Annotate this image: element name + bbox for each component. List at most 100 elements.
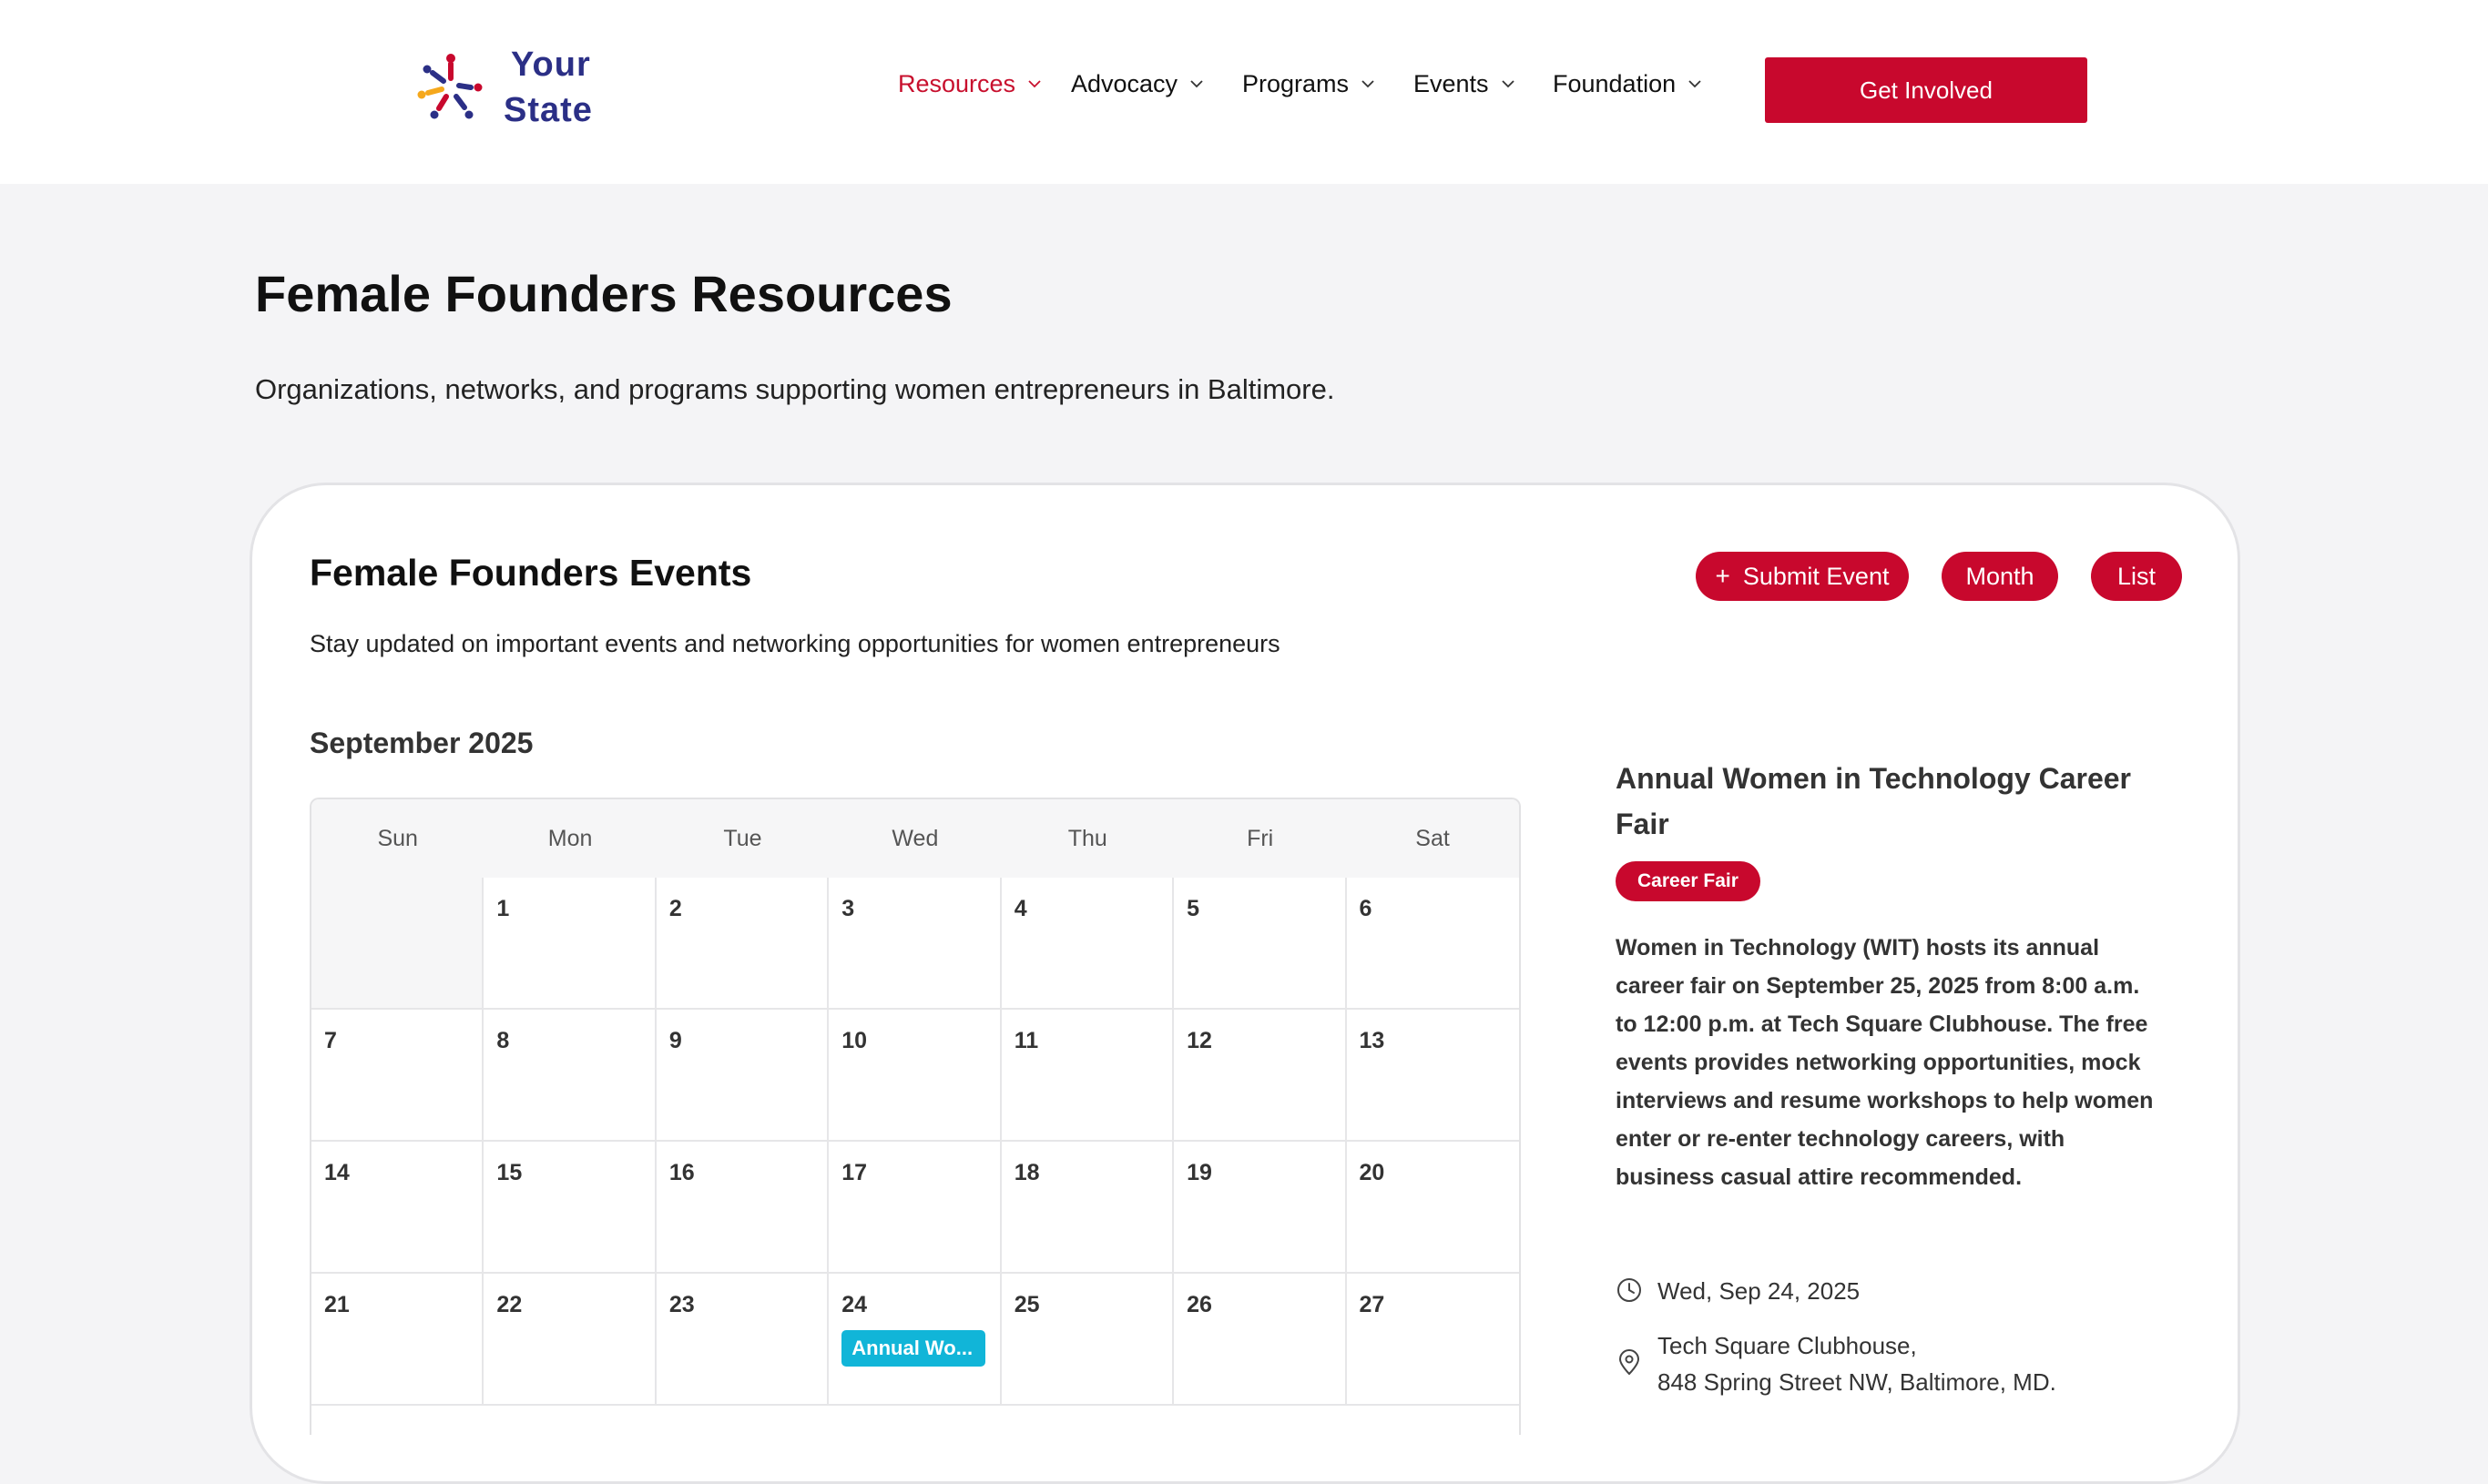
calendar-day-number: 9	[668, 1028, 682, 1053]
calendar-day[interactable]: 17	[829, 1142, 1002, 1274]
calendar-day[interactable]: 4	[1001, 878, 1175, 1010]
calendar-day-number: 1	[496, 896, 510, 921]
calendar-day[interactable]: 12	[1174, 1010, 1347, 1142]
nav-label: Foundation	[1553, 69, 1677, 97]
calendar-day-empty	[311, 878, 484, 1010]
calendar-day-number: 22	[496, 1292, 523, 1317]
calendar-day-number: 14	[324, 1160, 350, 1185]
calendar-day[interactable]: 3	[829, 878, 1002, 1010]
nav-item-resources[interactable]: Resources	[898, 64, 1043, 104]
get-involved-button[interactable]: Get Involved	[1765, 57, 2087, 123]
page-title: Female Founders Resources	[255, 265, 953, 322]
calendar-day[interactable]: 1	[484, 878, 657, 1010]
calendar-day[interactable]: 20	[1346, 1142, 1519, 1274]
calendar-day-number: 3	[841, 896, 855, 921]
calendar-day[interactable]: 14	[311, 1142, 484, 1274]
calendar-day-number: 20	[1359, 1160, 1385, 1185]
brand-name: Your State	[504, 42, 593, 133]
calendar-day[interactable]: 16	[656, 1142, 830, 1274]
nav-item-foundation[interactable]: Foundation	[1553, 64, 1703, 104]
month-view-button[interactable]: Month	[1942, 552, 2058, 601]
weekday-mon: Mon	[547, 825, 593, 851]
calendar-day-number: 15	[496, 1160, 523, 1185]
weekday-sat: Sat	[1415, 825, 1450, 851]
calendar-day[interactable]: 23	[656, 1274, 830, 1406]
list-view-button[interactable]: List	[2091, 552, 2182, 601]
calendar-day-number: 11	[1014, 1028, 1039, 1053]
calendar-day[interactable]: 7	[311, 1010, 484, 1142]
calendar-day[interactable]: 22	[484, 1274, 657, 1406]
event-detail: Annual Women in Technology Career Fair C…	[1616, 756, 2162, 1196]
event-title: Annual Women in Technology Career Fair	[1616, 762, 2131, 840]
weekday-thu: Thu	[1067, 825, 1107, 851]
events-subtitle: Stay updated on important events and net…	[310, 630, 1280, 657]
nav-item-advocacy[interactable]: Advocacy	[1071, 64, 1205, 104]
calendar-day[interactable]: 26	[1174, 1274, 1347, 1406]
chevron-down-icon	[1190, 80, 1203, 88]
calendar-day[interactable]: 18	[1001, 1142, 1175, 1274]
clock-icon	[1617, 1278, 1641, 1302]
calendar-day-number: 12	[1187, 1028, 1212, 1053]
calendar-day-number: 8	[496, 1028, 510, 1053]
calendar-day[interactable]: 13	[1346, 1010, 1519, 1142]
chevron-down-icon	[1688, 80, 1701, 88]
calendar-grid: Sun Mon Tue Wed Thu Fri Sat 1 2 3 4 5 6 7 8 9 10 1…	[310, 798, 1521, 1435]
calendar-day[interactable]: 19	[1174, 1142, 1347, 1274]
calendar-day[interactable]: 24 Annual Wo...	[829, 1274, 1002, 1406]
nav-item-events[interactable]: Events	[1413, 64, 1516, 104]
calendar-day-number: 18	[1014, 1160, 1040, 1185]
calendar-day-number: 21	[324, 1292, 350, 1317]
brand-line2: State	[504, 91, 593, 129]
calendar-day-number: 5	[1187, 896, 1200, 921]
chevron-down-icon	[1361, 80, 1374, 88]
calendar-day-number: 6	[1359, 896, 1372, 921]
map-pin-icon	[1618, 1349, 1640, 1376]
calendar-day-number: 4	[1014, 896, 1027, 921]
calendar-day-number: 7	[324, 1028, 337, 1053]
calendar-day-number: 13	[1359, 1028, 1385, 1053]
calendar-day-number: 26	[1187, 1292, 1212, 1317]
calendar-day-number: 27	[1359, 1292, 1385, 1317]
calendar-day[interactable]: 9	[656, 1010, 830, 1142]
weekday-fri: Fri	[1247, 825, 1274, 851]
calendar-day-number: 25	[1014, 1292, 1040, 1317]
calendar-day-number: 16	[668, 1160, 695, 1185]
event-description: Women in Technology (WIT) hosts its annu…	[1616, 935, 2154, 1190]
events-title: Female Founders Events	[310, 552, 752, 594]
calendar-day[interactable]: 10	[829, 1010, 1002, 1142]
submit-event-label: Submit Event	[1742, 562, 1890, 590]
calendar-event-chip[interactable]: Annual Wo...	[841, 1330, 986, 1367]
site-header: Your State Resources Advocacy Programs E…	[0, 0, 2488, 184]
calendar-month-label: September 2025	[310, 727, 534, 759]
weekday-sun: Sun	[377, 825, 418, 851]
brand-logo[interactable]: Your State	[414, 42, 651, 133]
calendar-day[interactable]: 5	[1174, 878, 1347, 1010]
event-date: Wed, Sep 24, 2025	[1657, 1277, 1861, 1305]
calendar-day[interactable]: 11	[1001, 1010, 1175, 1142]
nav-label: Resources	[898, 69, 1016, 97]
calendar-day[interactable]: 27	[1346, 1274, 1519, 1406]
event-location-line1: Tech Square Clubhouse,	[1657, 1332, 1917, 1359]
calendar-day-number: 24	[841, 1292, 868, 1317]
calendar-days: 1 2 3 4 5 6 7 8 9 10 11 12 13 14 15 16 17 18 19 20 21 22 23 24 A…	[311, 878, 1519, 1406]
nav-item-programs[interactable]: Programs	[1242, 64, 1376, 104]
chevron-down-icon	[1028, 80, 1041, 88]
nav-label: Advocacy	[1071, 69, 1178, 97]
submit-event-button[interactable]: + Submit Event	[1696, 552, 1909, 601]
calendar-day-number: 2	[668, 896, 682, 921]
starburst-logo-icon	[417, 54, 483, 119]
event-date-row: Wed, Sep 24, 2025	[1616, 1273, 1860, 1309]
calendar-day[interactable]: 15	[484, 1142, 657, 1274]
calendar-day[interactable]: 6	[1346, 878, 1519, 1010]
calendar-day[interactable]: 25	[1001, 1274, 1175, 1406]
calendar-day[interactable]: 8	[484, 1010, 657, 1142]
weekday-wed: Wed	[892, 825, 939, 851]
calendar-day[interactable]: 21	[311, 1274, 484, 1406]
calendar-day-number: 19	[1187, 1160, 1212, 1185]
calendar-day[interactable]: 2	[656, 878, 830, 1010]
event-location-line2: 848 Spring Street NW, Baltimore, MD.	[1657, 1368, 2056, 1396]
nav-label: Events	[1413, 69, 1489, 97]
calendar-day-number: 10	[841, 1028, 868, 1053]
calendar-day-number: 17	[841, 1160, 868, 1185]
calendar-day-number: 23	[668, 1292, 695, 1317]
